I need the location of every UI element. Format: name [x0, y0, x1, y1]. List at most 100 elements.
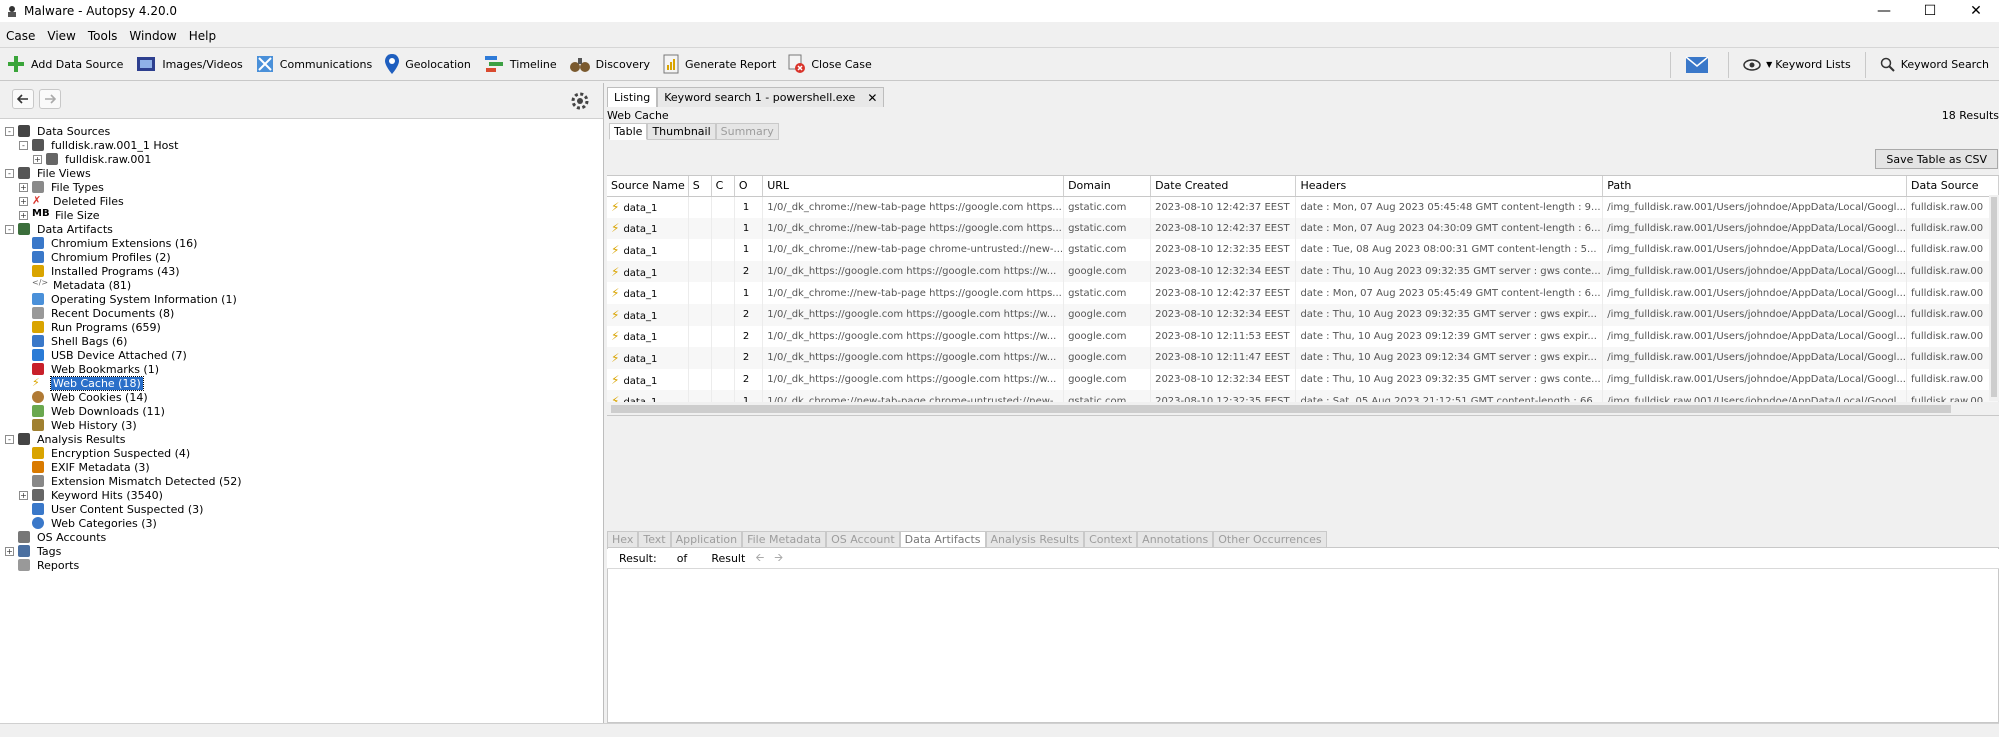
expand-icon[interactable]: + [19, 210, 28, 220]
column-header[interactable]: Source Name [607, 176, 689, 197]
source-name-text: data_1 [623, 289, 658, 301]
table-row[interactable]: ⚡ data_1 2 1/0/_dk_https://google.com https… [607, 325, 1999, 348]
add-data-source-button[interactable]: Add Data Source [0, 49, 129, 79]
tab-listing[interactable]: Listing [607, 87, 658, 107]
collapse-icon[interactable]: - [5, 126, 14, 136]
viewer-tab[interactable]: Context [1084, 531, 1138, 548]
collapse-icon[interactable]: - [5, 168, 14, 178]
save-table-csv-button[interactable]: Save Table as CSV [1875, 149, 1998, 169]
tree-item-label: Web Cache (18) [50, 375, 144, 391]
table-cell: 2023-08-10 12:11:53 EEST [1150, 325, 1297, 348]
table-row[interactable]: ⚡ data_1 2 1/0/_dk_https://google.com https… [607, 260, 1999, 283]
images-videos-button[interactable]: Images/Videos [129, 49, 248, 79]
table-cell: /img_fulldisk.raw.001/Users/johndoe/AppD… [1602, 282, 1907, 304]
close-tab-icon[interactable]: ✕ [867, 91, 877, 105]
close-case-button[interactable]: Close Case [782, 49, 877, 79]
geolocation-button[interactable]: Geolocation [378, 49, 477, 79]
result-label: Result: [619, 552, 657, 565]
keyword-search-button[interactable]: Keyword Search [1874, 50, 1995, 80]
column-header[interactable]: C [711, 176, 735, 197]
viewer-tab[interactable]: File Metadata [742, 531, 827, 548]
column-header[interactable]: URL [762, 176, 1065, 197]
web-cache-icon: ⚡ [611, 221, 620, 236]
back-button[interactable] [12, 89, 34, 109]
table-row[interactable]: ⚡data_1 11/0/_dk_chrome://new-tab-page ch… [607, 390, 1999, 402]
expand-icon[interactable]: + [19, 196, 28, 206]
table-cell: 2023-08-10 12:32:35 EEST [1150, 390, 1297, 402]
tab-keyword-search[interactable]: Keyword search 1 - powershell.exe ✕ [657, 87, 885, 107]
viewer-tab[interactable]: Data Artifacts [899, 531, 986, 548]
column-header[interactable]: S [688, 176, 712, 197]
window-title: Malware - Autopsy 4.20.0 [24, 4, 178, 18]
viewer-tab[interactable]: Other Occurrences [1213, 531, 1327, 548]
datasource-icon [18, 125, 30, 137]
tree-item-label: File Views [37, 166, 91, 180]
history-icon [32, 419, 44, 431]
viewer-tab[interactable]: Analysis Results [985, 531, 1085, 548]
table-cell: date : Mon, 07 Aug 2023 05:45:48 GMT con… [1295, 196, 1604, 218]
subtab-table[interactable]: Table [609, 123, 648, 140]
web-cache-icon: ⚡ [611, 394, 620, 402]
expand-icon[interactable]: + [19, 182, 28, 192]
messages-button[interactable] [1679, 50, 1720, 80]
communications-button[interactable]: Communications [249, 49, 378, 79]
menu-tools[interactable]: Tools [82, 29, 124, 43]
forward-button[interactable] [39, 89, 61, 109]
table-cell: 2023-08-10 12:42:37 EEST [1150, 217, 1297, 240]
minimize-button[interactable]: — [1861, 0, 1907, 22]
gear-icon[interactable] [569, 90, 591, 112]
expand-icon[interactable]: + [5, 546, 14, 556]
expand-icon[interactable]: + [19, 490, 28, 500]
timeline-button[interactable]: Timeline [477, 49, 563, 79]
table-row[interactable]: ⚡ data_1 2 1/0/_dk_https://google.com https… [607, 347, 1999, 369]
discovery-button[interactable]: Discovery [563, 49, 656, 79]
content-viewer-area [607, 547, 1999, 723]
horizontal-scroll-thumb[interactable] [611, 405, 1951, 413]
table-cell [711, 260, 735, 283]
collapse-icon[interactable]: - [5, 434, 14, 444]
viewer-tab[interactable]: Hex [607, 531, 639, 548]
column-header[interactable]: Headers [1295, 176, 1604, 197]
vertical-scroll-thumb[interactable] [1991, 197, 1997, 397]
vertical-scrollbar[interactable] [1989, 195, 1999, 401]
viewer-tab[interactable]: Text [638, 531, 671, 548]
subtab-thumbnail[interactable]: Thumbnail [647, 123, 716, 140]
tree-item[interactable]: Reports [5, 557, 81, 573]
table-cell: /img_fulldisk.raw.001/Users/johndoe/AppD… [1602, 303, 1907, 326]
collapse-icon[interactable]: - [5, 224, 14, 234]
menu-case[interactable]: Case [0, 29, 41, 43]
table-row[interactable]: ⚡data_1 11/0/_dk_chrome://new-tab-page ch… [607, 239, 1999, 261]
table-row[interactable]: ⚡ data_1 2 1/0/_dk_https://google.com https… [607, 368, 1999, 391]
column-header[interactable]: Domain [1063, 176, 1152, 197]
table-row[interactable]: ⚡ data_1 1 1/0/_dk_chrome://new-tab-page ht… [607, 217, 1999, 240]
results-count: 18 Results [1941, 109, 1999, 122]
horizontal-scrollbar[interactable] [607, 402, 1999, 416]
prev-result-icon[interactable]: 🡨 [755, 549, 764, 568]
table-row[interactable]: ⚡ data_1 1 1/0/_dk_chrome://new-tab-page ht… [607, 196, 1999, 218]
subtab-summary[interactable]: Summary [715, 123, 779, 140]
column-header[interactable]: O [734, 176, 764, 197]
viewer-tab[interactable]: Annotations [1137, 531, 1214, 548]
viewer-tab[interactable]: Application [670, 531, 743, 548]
maximize-button[interactable]: ☐ [1907, 0, 1953, 22]
table-row[interactable]: ⚡ data_1 2 1/0/_dk_https://google.com https… [607, 303, 1999, 326]
close-window-button[interactable]: ✕ [1953, 0, 1999, 22]
column-header[interactable]: Data Source [1906, 176, 1999, 197]
tree-item-label: fulldisk.raw.001_1 Host [51, 138, 179, 152]
collapse-icon[interactable]: - [19, 140, 28, 150]
column-header[interactable]: Date Created [1150, 176, 1297, 197]
expand-icon[interactable]: + [33, 154, 42, 164]
add-icon [8, 56, 24, 72]
generate-report-button[interactable]: Generate Report [656, 49, 782, 79]
arrow-right-icon [45, 94, 56, 104]
menu-help[interactable]: Help [183, 29, 222, 43]
arrow-left-icon [17, 94, 28, 104]
column-header[interactable]: Path [1602, 176, 1907, 197]
next-result-icon[interactable]: 🡪 [774, 549, 783, 568]
keyword-lists-button[interactable]: ▼ Keyword Lists [1737, 50, 1857, 80]
menu-window[interactable]: Window [123, 29, 182, 43]
table-row[interactable]: ⚡ data_1 1 1/0/_dk_chrome://new-tab-page ht… [607, 282, 1999, 304]
viewer-tab[interactable]: OS Account [826, 531, 900, 548]
menu-view[interactable]: View [41, 29, 81, 43]
table-cell [711, 217, 735, 240]
